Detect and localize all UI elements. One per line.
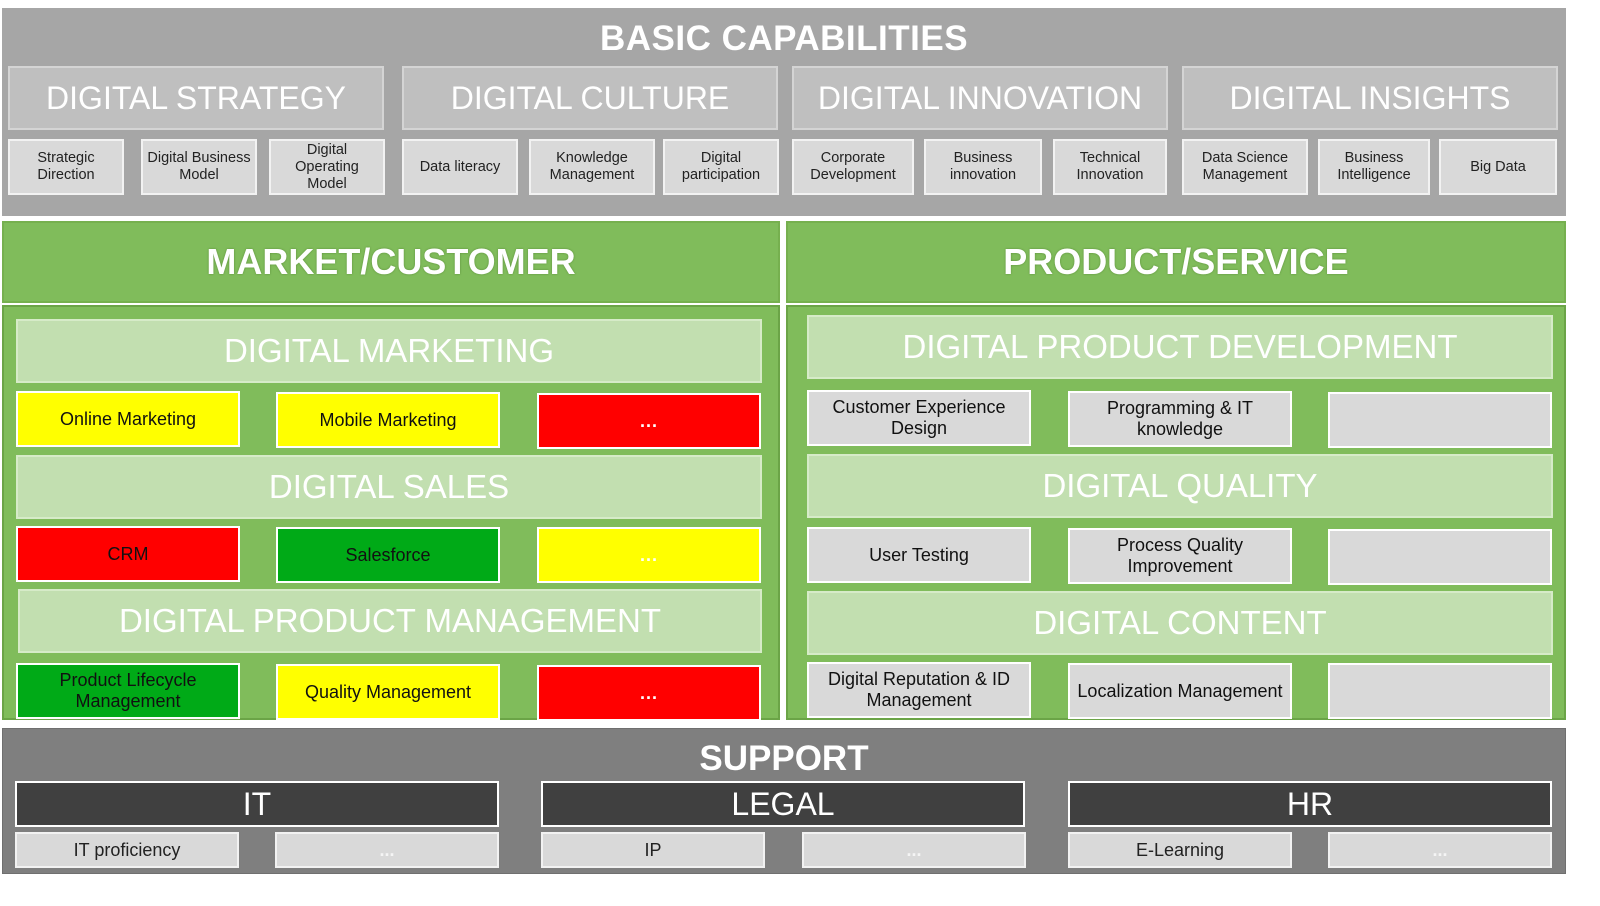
item-product-lifecycle-management[interactable]: Product Lifecycle Management — [16, 663, 240, 719]
section-digital-product-management[interactable]: DIGITAL PRODUCT MANAGEMENT — [18, 589, 762, 653]
support-category-hr[interactable]: HR — [1068, 781, 1552, 827]
item-crm[interactable]: CRM — [16, 526, 240, 582]
item-empty-slot[interactable] — [1328, 529, 1552, 585]
item-quality-management[interactable]: Quality Management — [276, 664, 500, 720]
support-category-it[interactable]: IT — [15, 781, 499, 827]
capability-data-science-management[interactable]: Data Science Management — [1182, 139, 1308, 195]
support-category-legal[interactable]: LEGAL — [541, 781, 1025, 827]
category-digital-strategy[interactable]: DIGITAL STRATEGY — [8, 66, 384, 130]
market-customer-panel: DIGITAL MARKETING Online Marketing Mobil… — [0, 303, 782, 722]
item-product-management-more[interactable]: ... — [537, 665, 761, 721]
item-customer-experience-design[interactable]: Customer Experience Design — [807, 390, 1031, 446]
capability-strategic-direction[interactable]: Strategic Direction — [8, 139, 124, 195]
section-digital-marketing[interactable]: DIGITAL MARKETING — [16, 319, 762, 383]
section-digital-sales[interactable]: DIGITAL SALES — [16, 455, 762, 519]
section-digital-quality[interactable]: DIGITAL QUALITY — [807, 454, 1553, 518]
item-salesforce[interactable]: Salesforce — [276, 527, 500, 583]
support-item-it-more[interactable]: ... — [275, 832, 499, 868]
support-item-e-learning[interactable]: E-Learning — [1068, 832, 1292, 868]
capability-corporate-development[interactable]: Corporate Development — [792, 139, 914, 195]
support-item-ip[interactable]: IP — [541, 832, 765, 868]
section-digital-product-development[interactable]: DIGITAL PRODUCT DEVELOPMENT — [807, 315, 1553, 379]
item-process-quality-improvement[interactable]: Process Quality Improvement — [1068, 528, 1292, 584]
category-digital-innovation[interactable]: DIGITAL INNOVATION — [792, 66, 1168, 130]
capability-digital-operating-model[interactable]: Digital Operating Model — [269, 139, 385, 195]
capability-digital-participation[interactable]: Digital participation — [663, 139, 779, 195]
item-user-testing[interactable]: User Testing — [807, 527, 1031, 583]
support-title: SUPPORT — [699, 739, 869, 778]
capability-business-intelligence[interactable]: Business Intelligence — [1318, 139, 1430, 195]
product-service-header: PRODUCT/SERVICE — [786, 221, 1566, 303]
item-sales-more[interactable]: ... — [537, 527, 761, 583]
item-empty-slot[interactable] — [1328, 663, 1552, 719]
capability-knowledge-management[interactable]: Knowledge Management — [529, 139, 655, 195]
capability-business-innovation[interactable]: Business innovation — [924, 139, 1042, 195]
item-localization-management[interactable]: Localization Management — [1068, 663, 1292, 719]
section-digital-content[interactable]: DIGITAL CONTENT — [807, 591, 1553, 655]
product-service-panel: DIGITAL PRODUCT DEVELOPMENT Customer Exp… — [784, 303, 1568, 722]
item-digital-reputation-id-management[interactable]: Digital Reputation & ID Management — [807, 662, 1031, 718]
capability-digital-business-model[interactable]: Digital Business Model — [141, 139, 257, 195]
item-online-marketing[interactable]: Online Marketing — [16, 391, 240, 447]
category-digital-insights[interactable]: DIGITAL INSIGHTS — [1182, 66, 1558, 130]
support-item-legal-more[interactable]: ... — [802, 832, 1026, 868]
item-programming-it-knowledge[interactable]: Programming & IT knowledge — [1068, 391, 1292, 447]
support-item-hr-more[interactable]: ... — [1328, 832, 1552, 868]
item-empty-slot[interactable] — [1328, 392, 1552, 448]
market-customer-header: MARKET/CUSTOMER — [2, 221, 780, 303]
basic-capabilities-title: BASIC CAPABILITIES — [599, 19, 969, 58]
capability-big-data[interactable]: Big Data — [1439, 139, 1557, 195]
support-panel: SUPPORT IT LEGAL HR IT proficiency ... I… — [2, 728, 1566, 874]
support-item-it-proficiency[interactable]: IT proficiency — [15, 832, 239, 868]
item-mobile-marketing[interactable]: Mobile Marketing — [276, 392, 500, 448]
basic-capabilities-panel: BASIC CAPABILITIES DIGITAL STRATEGY DIGI… — [2, 8, 1566, 216]
capability-data-literacy[interactable]: Data literacy — [402, 139, 518, 195]
item-marketing-more[interactable]: ... — [537, 393, 761, 449]
category-digital-culture[interactable]: DIGITAL CULTURE — [402, 66, 778, 130]
capability-technical-innovation[interactable]: Technical Innovation — [1053, 139, 1167, 195]
